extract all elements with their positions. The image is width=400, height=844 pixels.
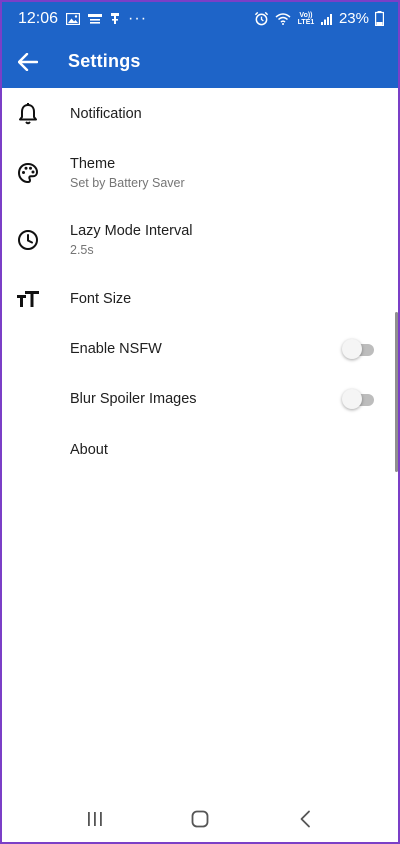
pin-notification-icon <box>110 12 120 25</box>
setting-subtitle: Set by Battery Saver <box>70 175 185 190</box>
setting-about[interactable]: About <box>2 424 398 475</box>
setting-text: Theme Set by Battery Saver <box>70 156 185 190</box>
setting-theme[interactable]: Theme Set by Battery Saver <box>2 139 398 206</box>
back-button[interactable] <box>2 35 56 88</box>
arrow-back-icon <box>18 52 38 71</box>
wifi-icon <box>275 12 291 25</box>
setting-title: Enable NSFW <box>70 341 162 357</box>
setting-text: Lazy Mode Interval 2.5s <box>70 223 193 257</box>
recents-button[interactable] <box>75 799 115 839</box>
alarm-icon <box>254 11 269 26</box>
setting-text: Enable NSFW <box>70 341 162 357</box>
edge-panel-handle[interactable] <box>395 312 398 472</box>
status-bar: 12:06 ··· Vo)) LTE1 23% <box>2 2 398 35</box>
setting-text: Font Size <box>70 291 131 307</box>
status-left: 12:06 ··· <box>18 10 147 28</box>
system-back-button[interactable] <box>285 799 325 839</box>
toggle-thumb <box>342 389 362 409</box>
setting-title: Lazy Mode Interval <box>70 222 193 239</box>
setting-enable-nsfw[interactable]: Enable NSFW <box>2 324 398 374</box>
status-right: Vo)) LTE1 23% <box>254 10 384 27</box>
text-size-icon <box>16 287 40 311</box>
navigation-bar <box>2 796 398 842</box>
app-notification-icon <box>88 13 103 25</box>
gallery-notification-icon <box>66 12 81 25</box>
more-notifications-dots: ··· <box>128 9 148 27</box>
app-bar: Settings <box>2 35 398 88</box>
home-icon <box>191 810 209 828</box>
setting-text: Blur Spoiler Images <box>70 391 197 407</box>
setting-title: Font Size <box>70 290 132 307</box>
clock-icon <box>16 228 40 252</box>
blur-spoiler-toggle[interactable] <box>342 389 376 409</box>
nsfw-toggle[interactable] <box>342 339 376 359</box>
setting-title: About <box>70 441 108 458</box>
setting-lazy-mode-interval[interactable]: Lazy Mode Interval 2.5s <box>2 206 398 273</box>
home-button[interactable] <box>180 799 220 839</box>
recents-icon <box>87 811 103 827</box>
app-frame: 12:06 ··· Vo)) LTE1 23% Settings Notific… <box>0 0 400 844</box>
setting-blur-spoiler-images[interactable]: Blur Spoiler Images <box>2 374 398 424</box>
palette-icon <box>16 161 40 185</box>
setting-text: About <box>70 442 108 458</box>
setting-title: Theme <box>70 155 116 172</box>
battery-percent: 23% <box>338 10 369 27</box>
setting-text: Notification <box>70 106 142 122</box>
setting-notification[interactable]: Notification <box>2 88 398 139</box>
bell-icon <box>16 102 40 126</box>
setting-title: Blur Spoiler Images <box>70 391 197 407</box>
signal-icon <box>320 13 333 25</box>
setting-font-size[interactable]: Font Size <box>2 273 398 324</box>
page-title: Settings <box>68 51 141 71</box>
battery-icon <box>375 11 384 26</box>
settings-list: Notification Theme Set by Battery Saver <box>2 88 398 475</box>
setting-subtitle: 2.5s <box>70 242 94 257</box>
toggle-thumb <box>342 339 362 359</box>
nav-back-icon <box>299 810 311 828</box>
status-time: 12:06 <box>18 9 59 27</box>
setting-title: Notification <box>70 105 142 122</box>
volte-lte-icon: Vo)) LTE1 <box>297 11 315 26</box>
